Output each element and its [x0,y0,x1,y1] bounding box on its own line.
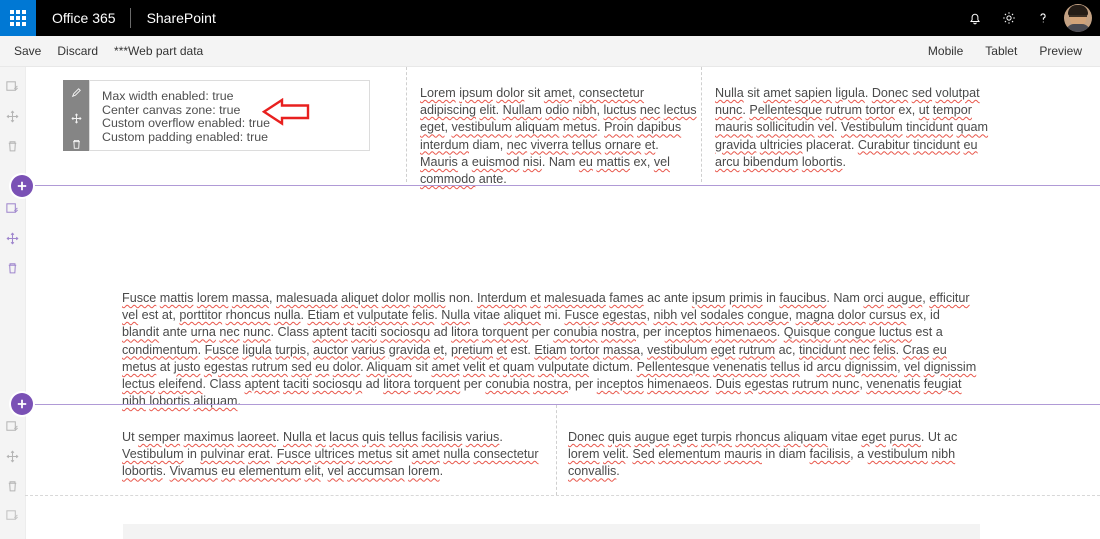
section-divider-1 [25,185,1100,186]
notifications-bell-icon[interactable] [958,0,992,36]
section-divider-3 [25,495,1100,496]
command-bar: Save Discard ***Web part data Mobile Tab… [0,36,1100,67]
app-launcher-waffle-icon[interactable] [0,0,36,36]
section-2-text: Fusce mattis lorem massa, malesuada aliq… [122,291,977,409]
preview-button[interactable]: Preview [1039,44,1082,58]
section-1-controls [0,78,25,154]
add-section-button[interactable] [11,175,33,197]
property-max-width: Max width enabled: true [102,89,234,103]
webpart-properties-card[interactable]: Max width enabled: true Center canvas zo… [63,80,370,151]
delete-webpart-trash-icon[interactable] [68,137,84,151]
section-3-column-2-text: Donec quis augue eget turpis rhoncus ali… [568,430,958,479]
property-center-canvas-zone: Center canvas zone: true [102,102,241,117]
edit-section-icon[interactable] [5,200,21,216]
suite-app-name-label[interactable]: SharePoint [131,0,232,36]
section-1-column-3-text: Nulla sit amet sapien ligula. Donec sed … [715,86,989,169]
configure-webpart-placeholder[interactable]: Configure your web part [123,524,980,539]
property-custom-overflow: Custom overflow enabled: true [102,116,271,131]
add-section-button[interactable] [11,393,33,415]
suite-brand-label[interactable]: Office 365 [36,0,130,36]
column-divider [556,405,557,495]
section-2-controls [0,200,25,276]
help-question-icon[interactable] [1026,0,1060,36]
save-button[interactable]: Save [14,44,41,58]
column-divider [406,67,407,182]
command-bar-left-group: Save Discard ***Web part data [0,44,203,58]
tablet-view-button[interactable]: Tablet [985,44,1017,58]
delete-section-icon[interactable] [5,478,21,494]
edit-section-icon[interactable] [5,418,21,434]
move-section-icon[interactable] [5,230,21,246]
move-webpart-icon[interactable] [68,111,84,125]
webpart-data-button[interactable]: ***Web part data [114,44,203,58]
edit-webpart-pencil-icon[interactable] [68,85,84,99]
suite-bar: Office 365 SharePoint [0,0,1100,36]
move-section-icon[interactable] [5,448,21,464]
section-1-column-2-text: Lorem ipsum dolor sit amet, consectetur … [420,86,697,187]
page-canvas: Max width enabled: true Center canvas zo… [0,67,1100,539]
property-custom-padding: Custom padding enabled: true [102,129,269,144]
suite-bar-actions [958,0,1100,36]
edit-section-icon[interactable] [5,507,21,523]
annotation-left-arrow-icon [261,97,310,131]
column-divider [701,67,702,182]
move-section-icon[interactable] [5,108,21,124]
edit-section-icon[interactable] [5,78,21,94]
mobile-view-button[interactable]: Mobile [928,44,963,58]
section-3-column-1-text: Ut semper maximus laoreet. Nulla et lacu… [122,430,539,479]
settings-gear-icon[interactable] [992,0,1026,36]
section-4-controls [0,507,25,539]
section-3-controls [0,418,25,494]
avatar[interactable] [1064,4,1092,32]
command-bar-right-group: Mobile Tablet Preview [928,44,1100,58]
delete-section-icon[interactable] [5,260,21,276]
webpart-properties-box: Max width enabled: true Center canvas zo… [89,80,370,151]
delete-section-icon[interactable] [5,138,21,154]
discard-button[interactable]: Discard [57,44,98,58]
webpart-toolbar [63,80,89,151]
